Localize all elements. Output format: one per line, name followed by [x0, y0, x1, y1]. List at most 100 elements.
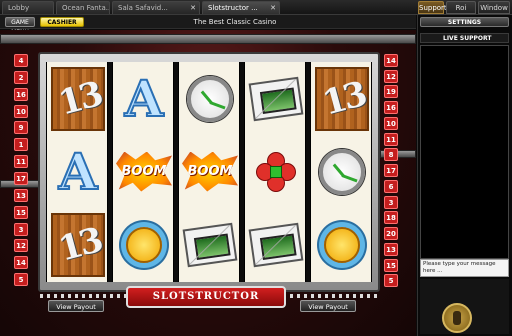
- close-icon[interactable]: ✕: [190, 2, 196, 14]
- symbol-label: 13: [54, 219, 105, 270]
- payline-button[interactable]: 15: [384, 258, 398, 272]
- payline-button[interactable]: 17: [384, 164, 398, 178]
- tab-label: Slotstructor ...: [208, 4, 258, 12]
- reel-cell: [311, 135, 373, 208]
- payline-button[interactable]: 14: [384, 54, 398, 67]
- payline-button[interactable]: 19: [384, 85, 398, 99]
- wood-13-symbol-icon: 13: [315, 66, 369, 131]
- pharaoh-logo-icon: [442, 303, 472, 333]
- reel-cell: BOOM: [179, 135, 241, 208]
- clock-symbol-icon: [187, 75, 233, 122]
- payline-button[interactable]: 11: [384, 132, 398, 146]
- reel-cell: 13: [47, 208, 109, 281]
- boom-symbol-icon: BOOM: [182, 151, 238, 192]
- reel-cell: [245, 208, 307, 281]
- support-panel: SETTINGS LIVE SUPPORT Please type your m…: [417, 15, 512, 336]
- reel-cell: [311, 208, 373, 281]
- tab-slotstructor[interactable]: Slotstructor ... ✕: [202, 1, 280, 14]
- cashier-button[interactable]: CASHIER: [40, 17, 84, 27]
- chat-log: [420, 45, 509, 259]
- tab-label: Roi: [455, 4, 467, 12]
- tab-label: Support: [419, 4, 447, 12]
- payline-button[interactable]: 8: [384, 148, 398, 162]
- view-payout-button[interactable]: View Payout: [48, 300, 104, 312]
- reels: 13 A 13 A BOOM BOOM 13: [46, 62, 372, 282]
- payline-button[interactable]: 20: [384, 227, 398, 241]
- payline-button[interactable]: 5: [384, 274, 398, 288]
- payline-button[interactable]: 10: [384, 116, 398, 130]
- payline-button[interactable]: 3: [14, 222, 28, 236]
- wood-13-symbol-icon: 13: [51, 212, 105, 277]
- ace-symbol-icon: A: [58, 141, 99, 202]
- tab-lobby[interactable]: Lobby: [2, 1, 54, 14]
- light-dots: [290, 294, 380, 298]
- payline-button[interactable]: 18: [384, 211, 398, 225]
- reel: 13: [310, 62, 372, 282]
- view-payout-button[interactable]: View Payout: [300, 300, 356, 312]
- payline-button[interactable]: 10: [14, 104, 28, 118]
- wood-13-symbol-icon: 13: [51, 66, 105, 131]
- page-title: The Best Classic Casino: [193, 18, 277, 26]
- tab-roi[interactable]: Roi: [446, 1, 476, 14]
- tab-ocean-fanta[interactable]: Ocean Fanta...: [56, 1, 110, 14]
- reel-cell: [113, 208, 175, 281]
- tab-label: Sala Safavid...: [118, 4, 168, 12]
- envelope-symbol-icon: [182, 222, 238, 267]
- payline-button[interactable]: 6: [384, 179, 398, 193]
- envelope-symbol-icon: [248, 222, 304, 267]
- tab-label: Ocean Fanta...: [62, 4, 110, 12]
- tab-sala-safavid[interactable]: Sala Safavid... ✕: [112, 1, 200, 14]
- reel: 13 A 13: [46, 62, 108, 282]
- tab-bar: Lobby Ocean Fanta... Sala Safavid... ✕ Sl…: [0, 0, 512, 15]
- boom-symbol-icon: BOOM: [116, 151, 172, 192]
- payline-button[interactable]: 11: [14, 155, 28, 169]
- reel-cell: [245, 135, 307, 208]
- payline-button[interactable]: 5: [14, 273, 28, 287]
- clock-symbol-icon: [319, 148, 365, 195]
- tab-window[interactable]: Window: [478, 1, 510, 14]
- payline-button[interactable]: 12: [384, 69, 398, 83]
- payline-button[interactable]: 12: [14, 239, 28, 253]
- message-input[interactable]: Please type your message here ...: [420, 259, 509, 277]
- slot-game: 13 A 13 A BOOM BOOM 13 4 2 16 10 9 1 11 17 13 15 3 12 14 5 …: [0, 30, 416, 336]
- game-menu-button[interactable]: GAME MENU: [5, 17, 35, 36]
- reel-cell: A: [113, 62, 175, 135]
- payline-button[interactable]: 17: [14, 172, 28, 185]
- sun-symbol-icon: [324, 226, 360, 263]
- reel-cell: [179, 62, 241, 135]
- pipe-decoration: [0, 34, 416, 44]
- tab-support[interactable]: Support: [418, 1, 447, 14]
- live-support-header: LIVE SUPPORT: [420, 33, 509, 43]
- reel-cell: BOOM: [113, 135, 175, 208]
- reel: [244, 62, 306, 282]
- payline-button[interactable]: 15: [14, 205, 28, 219]
- casino-window: Lobby Ocean Fanta... Sala Safavid... ✕ Sl…: [0, 0, 512, 336]
- reel-cell: 13: [311, 62, 373, 135]
- sun-symbol-icon: [126, 226, 162, 263]
- game-logo: SLOTSTRUCTOR: [126, 286, 286, 308]
- payline-button[interactable]: 16: [14, 87, 28, 101]
- payline-button[interactable]: 3: [384, 195, 398, 209]
- payline-button[interactable]: 9: [14, 121, 28, 135]
- symbol-label: 13: [54, 73, 105, 124]
- close-icon[interactable]: ✕: [270, 2, 276, 14]
- payline-button[interactable]: 13: [384, 242, 398, 256]
- settings-button[interactable]: SETTINGS: [420, 17, 509, 27]
- payline-button[interactable]: 13: [14, 188, 28, 202]
- payline-button[interactable]: 16: [384, 101, 398, 115]
- payline-button[interactable]: 14: [14, 256, 28, 270]
- reel-cell: 13: [47, 62, 109, 135]
- toolbar: GAME MENU CASHIER The Best Classic Casin…: [0, 15, 416, 36]
- reel: A BOOM: [112, 62, 174, 282]
- payline-button[interactable]: 4: [14, 54, 28, 67]
- envelope-symbol-icon: [248, 76, 304, 121]
- tab-label: Window: [480, 4, 508, 12]
- light-dots: [40, 294, 126, 298]
- reel-cell: A: [47, 135, 109, 208]
- support-badge-area: [420, 279, 509, 334]
- symbol-label: 13: [318, 73, 369, 124]
- clover-symbol-icon: [256, 151, 296, 192]
- ace-symbol-icon: A: [124, 68, 165, 129]
- payline-button[interactable]: 1: [14, 138, 28, 152]
- payline-button[interactable]: 2: [14, 70, 28, 84]
